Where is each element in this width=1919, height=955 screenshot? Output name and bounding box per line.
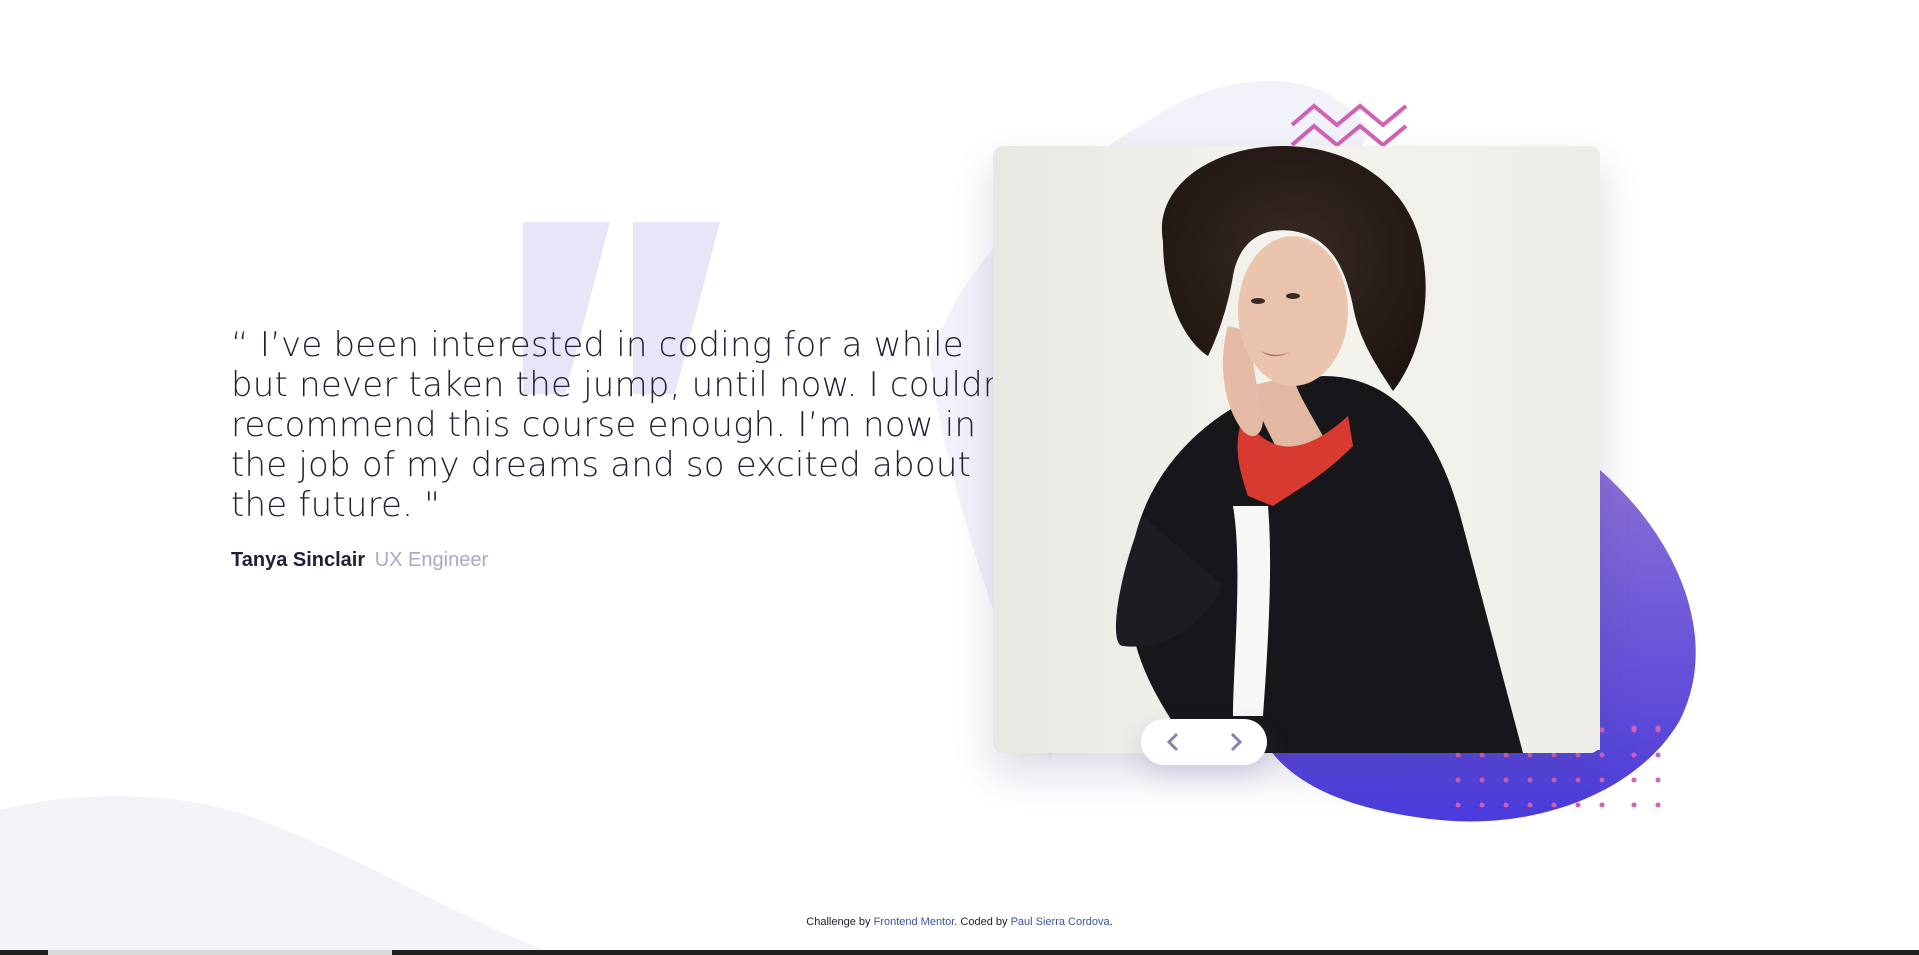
author-role: UX Engineer <box>374 549 489 571</box>
attribution: Challenge by Frontend Mentor. Coded by P… <box>0 916 1919 928</box>
author-link[interactable]: Paul Sierra Cordova <box>1011 916 1110 928</box>
author-name: Tanya Sinclair <box>231 549 366 571</box>
zigzag-pattern <box>1290 103 1408 148</box>
next-button[interactable] <box>1204 719 1267 765</box>
bottom-edge-highlight <box>48 950 392 955</box>
window-bottom-edge <box>0 950 1919 955</box>
chevron-left-icon <box>1166 732 1178 752</box>
testimonial-page: “ I’ve been interested in coding for a w… <box>0 0 1919 955</box>
slider-controls <box>1141 719 1267 765</box>
testimonial-quote: “ I’ve been interested in coding for a w… <box>231 325 1030 525</box>
author-photo <box>993 146 1600 753</box>
previous-button[interactable] <box>1141 719 1204 765</box>
author-info: Tanya Sinclair UX Engineer <box>231 545 488 575</box>
portrait-image <box>993 146 1600 753</box>
attribution-suffix: . <box>1109 916 1113 928</box>
frontend-mentor-link[interactable]: Frontend Mentor <box>874 916 955 928</box>
attribution-middle: . Coded by <box>954 916 1011 928</box>
attribution-prefix: Challenge by <box>806 916 874 928</box>
chevron-right-icon <box>1230 732 1242 752</box>
